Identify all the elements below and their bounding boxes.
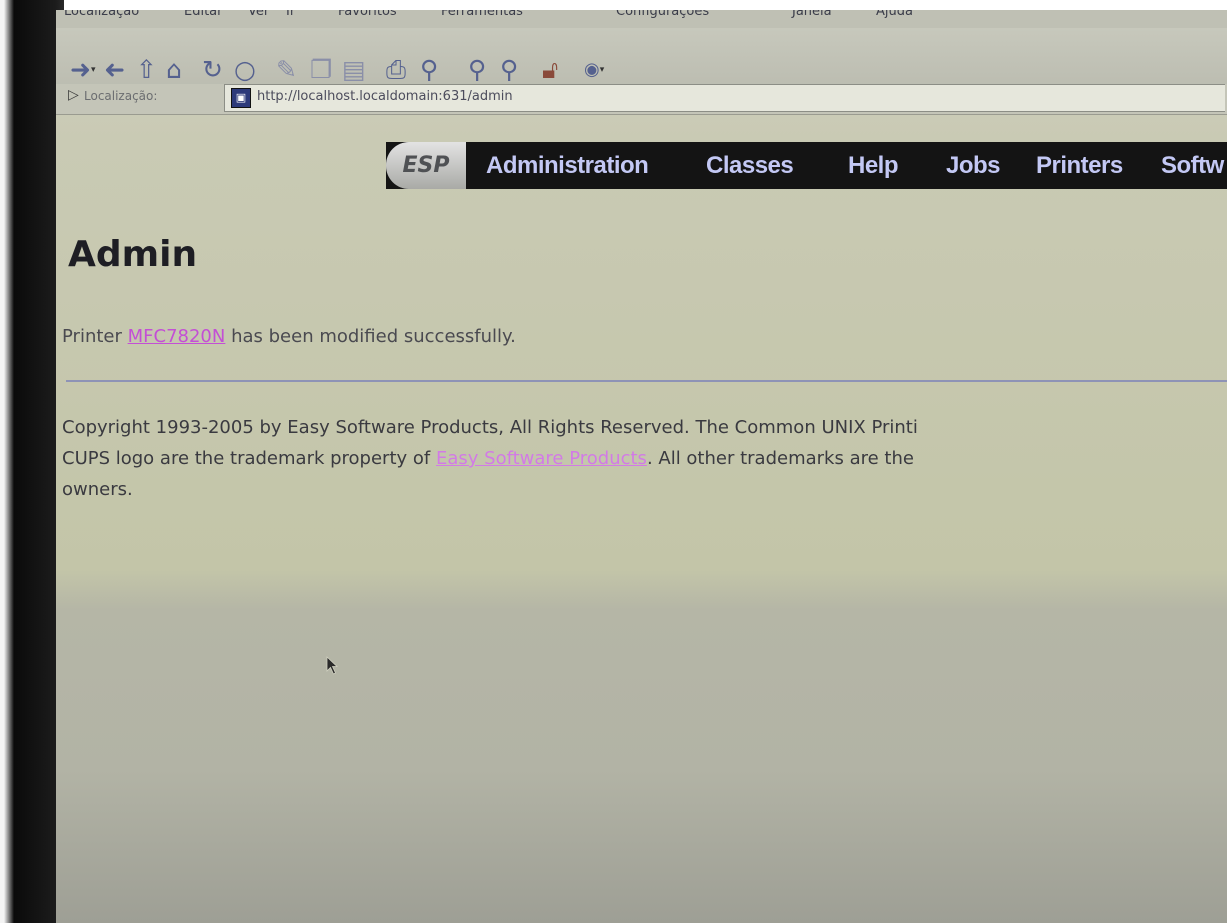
easy-software-link[interactable]: Easy Software Products: [436, 448, 647, 469]
cups-nav-bar: ESP Administration Classes Help Jobs Pri…: [386, 142, 1227, 189]
zoom-in-icon[interactable]: ⚲: [468, 56, 486, 84]
message-prefix: Printer: [62, 326, 122, 347]
page-content: ESP Administration Classes Help Jobs Pri…: [56, 114, 1227, 923]
menu-window[interactable]: Janela: [792, 10, 832, 19]
menu-location[interactable]: Localização: [64, 10, 139, 19]
menu-help[interactable]: Ajuda: [876, 10, 913, 19]
printer-link[interactable]: MFC7820N: [128, 326, 226, 347]
menu-go[interactable]: Ir: [286, 10, 295, 19]
browser-window: Localização Editar Ver Ir Favoritos Ferr…: [56, 10, 1227, 923]
find-icon[interactable]: ⚲: [420, 56, 438, 84]
menu-edit[interactable]: Editar: [184, 10, 223, 19]
reload-icon[interactable]: ↻: [202, 56, 223, 84]
menu-favorites[interactable]: Favoritos: [338, 10, 397, 19]
extensions-icon[interactable]: ◉▾: [584, 56, 604, 84]
print-icon[interactable]: ⎙: [386, 56, 406, 84]
menu-bar: Localização Editar Ver Ir Favoritos Ferr…: [56, 10, 1227, 28]
zoom-out-icon[interactable]: ⚲: [500, 56, 518, 84]
menu-view[interactable]: Ver: [248, 10, 269, 19]
back-icon[interactable]: ➜▾: [70, 56, 95, 84]
paste-icon[interactable]: ▤: [342, 56, 366, 84]
copyright-line-1: Copyright 1993-2005 by Easy Software Pro…: [62, 417, 918, 438]
page-icon: ▣: [231, 88, 251, 108]
nav-classes[interactable]: Classes: [706, 152, 794, 180]
copyright-text-2a: CUPS logo are the trademark property of: [62, 448, 431, 469]
copyright-line-2: CUPS logo are the trademark property of …: [62, 443, 1227, 474]
location-bar: ▷ Localização: ▣ http://localhost.locald…: [56, 84, 1227, 115]
up-icon[interactable]: ⇧: [136, 56, 157, 84]
nav-software[interactable]: Softw: [1161, 152, 1224, 180]
copyright-line-3: owners.: [62, 479, 133, 500]
stop-icon[interactable]: ○: [234, 56, 256, 84]
bookmark-icon[interactable]: ✎: [276, 56, 297, 84]
copyright-footer: Copyright 1993-2005 by Easy Software Pro…: [62, 412, 1227, 505]
nav-printers[interactable]: Printers: [1036, 152, 1123, 180]
copyright-text-2b: . All other trademarks are the: [646, 448, 914, 469]
location-label: Localização:: [84, 89, 158, 103]
esp-logo[interactable]: ESP: [386, 142, 466, 189]
url-text[interactable]: http://localhost.localdomain:631/admin: [257, 89, 513, 104]
nav-help[interactable]: Help: [848, 152, 899, 180]
nav-administration[interactable]: Administration: [486, 152, 649, 180]
message-suffix: has been modified successfully.: [231, 326, 516, 347]
divider: [66, 380, 1227, 382]
lock-icon[interactable]: 🔓︎: [542, 56, 558, 84]
mouse-pointer-icon: [326, 656, 339, 675]
home-icon[interactable]: ⌂: [166, 56, 182, 84]
nav-jobs[interactable]: Jobs: [946, 152, 1001, 180]
browser-toolbar: ➜▾ ➜ ⇧ ⌂ ↻ ○ ✎ ❐ ▤ ⎙ ⚲ ⚲ ⚲ 🔓︎ ◉▾: [56, 28, 1227, 86]
menu-tools[interactable]: Ferramentas: [441, 10, 523, 19]
forward-icon[interactable]: ➜: [104, 55, 125, 84]
copy-icon[interactable]: ❐: [310, 56, 332, 84]
page-title: Admin: [68, 234, 198, 275]
status-message: Printer MFC7820N has been modified succe…: [62, 326, 516, 347]
monitor-bezel: [0, 0, 64, 923]
location-arrow-icon: ▷: [68, 87, 79, 103]
menu-settings[interactable]: Configurações: [616, 10, 709, 19]
url-input[interactable]: ▣ http://localhost.localdomain:631/admin: [224, 84, 1225, 112]
